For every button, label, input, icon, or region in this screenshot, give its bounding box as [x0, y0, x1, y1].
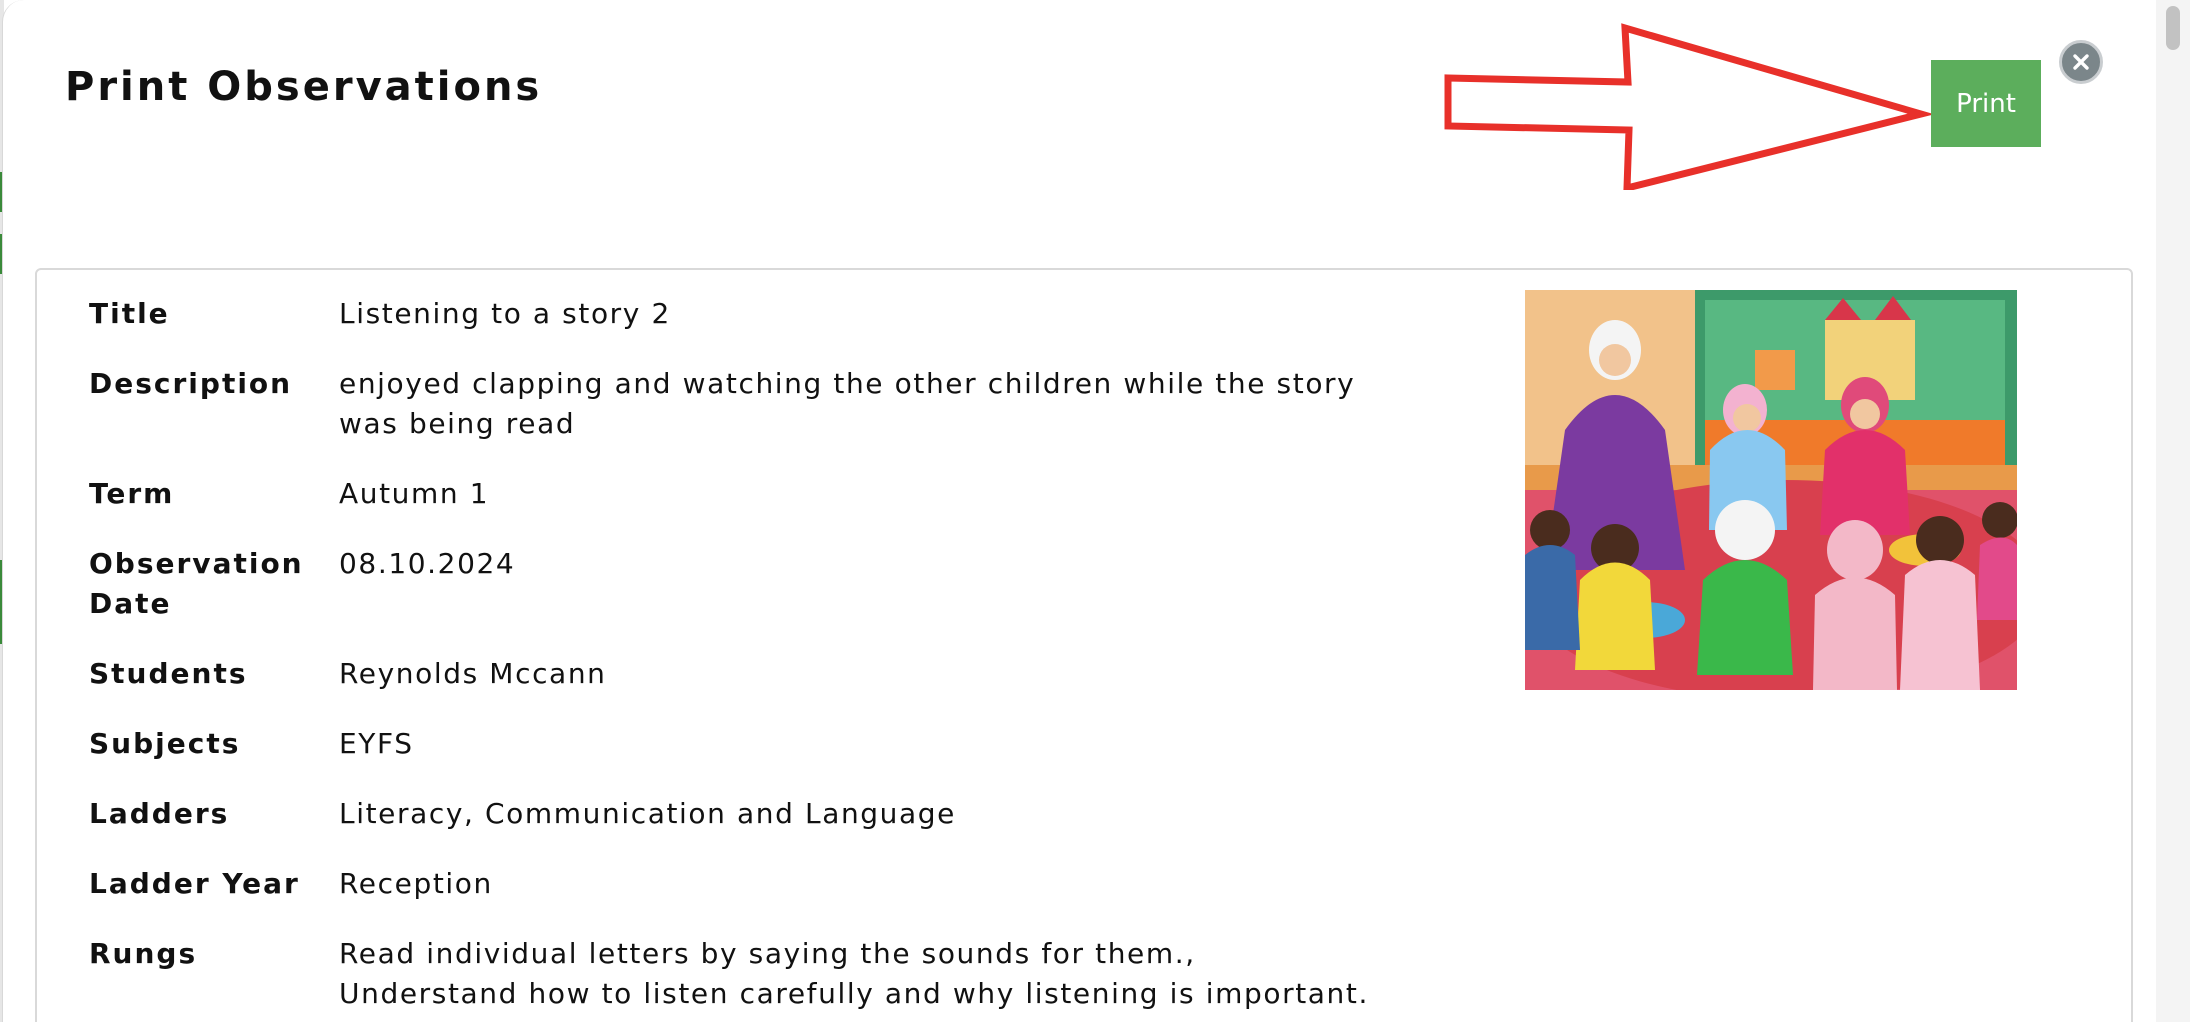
field-label: Observation Date	[89, 547, 304, 620]
field-label: Title	[89, 297, 170, 330]
field-label: Students	[89, 657, 248, 690]
modal-title: Print Observations	[65, 64, 543, 110]
field-label: Term	[89, 477, 175, 510]
field-value: Literacy, Communication and Language	[339, 797, 956, 830]
field-label: Subjects	[89, 727, 241, 760]
field-value: Listening to a story 2	[339, 297, 671, 330]
field-label: Description	[89, 367, 293, 400]
field-value: Reception	[339, 867, 493, 900]
field-label: Rungs	[89, 937, 198, 970]
field-value: 08.10.2024	[339, 547, 516, 580]
field-label: Ladders	[89, 797, 230, 830]
print-observations-modal: Print Observations Print Title Listening…	[2, 0, 2155, 1022]
field-row-ladder-year: Ladder Year Reception	[89, 864, 1389, 904]
classroom-illustration	[1525, 290, 2017, 690]
field-row-students: Students Reynolds Mccann	[89, 654, 1389, 694]
field-value: Read individual letters by saying the so…	[339, 937, 1369, 1010]
page: Print Observations Print Title Listening…	[0, 0, 2190, 1022]
field-row-ladders: Ladders Literacy, Communication and Lang…	[89, 794, 1389, 834]
field-value: enjoyed clapping and watching the other …	[339, 367, 1356, 440]
field-value: Reynolds Mccann	[339, 657, 607, 690]
close-icon	[2073, 54, 2089, 70]
scrollbar-thumb[interactable]	[2166, 6, 2180, 50]
field-row-term: Term Autumn 1	[89, 474, 1389, 514]
annotation-arrow	[1444, 23, 1933, 190]
field-row-description: Description enjoyed clapping and watchin…	[89, 364, 1389, 444]
scrollbar[interactable]	[2156, 0, 2190, 1022]
observation-details: Title Listening to a story 2 Description…	[89, 294, 1389, 1022]
field-value: EYFS	[339, 727, 414, 760]
print-button[interactable]: Print	[1931, 60, 2041, 147]
field-row-title: Title Listening to a story 2	[89, 294, 1389, 334]
field-row-rungs: Rungs Read individual letters by saying …	[89, 934, 1389, 1014]
field-row-subjects: Subjects EYFS	[89, 724, 1389, 764]
close-button[interactable]	[2059, 40, 2103, 84]
observation-card: Title Listening to a story 2 Description…	[35, 268, 2133, 1022]
observation-photo	[1525, 290, 2017, 690]
field-value: Autumn 1	[339, 477, 490, 510]
field-label: Ladder Year	[89, 867, 300, 900]
field-row-observation-date: Observation Date 08.10.2024	[89, 544, 1389, 624]
